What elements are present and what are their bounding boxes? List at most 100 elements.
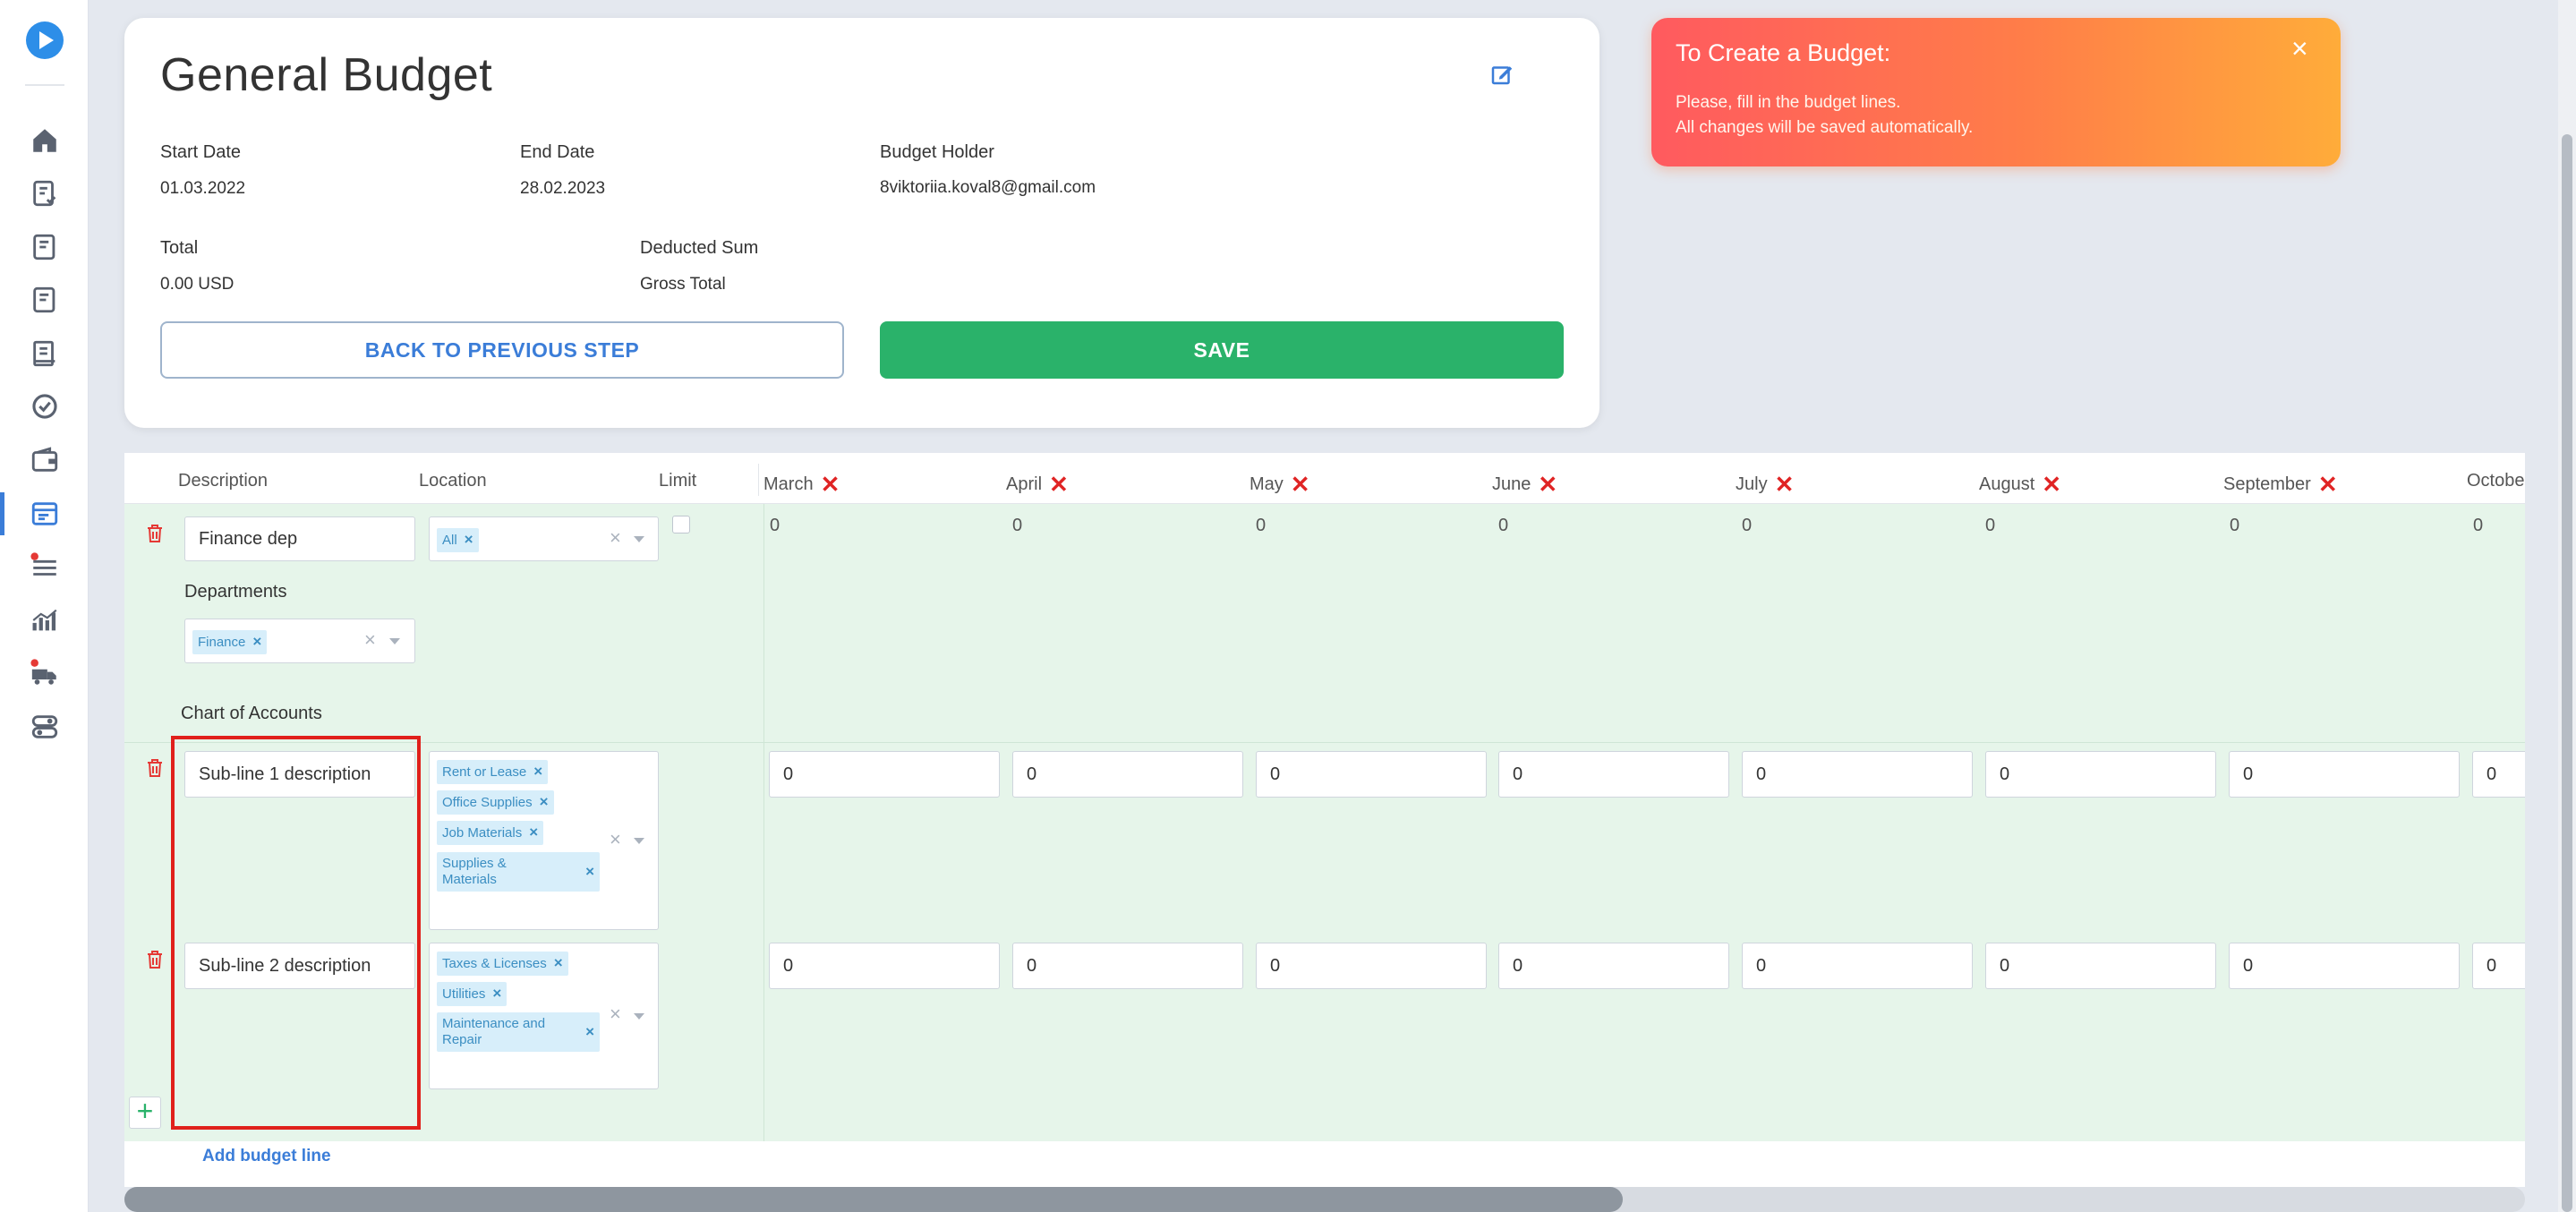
month-amount-input[interactable]: 0: [1985, 943, 2216, 989]
month-amount-input[interactable]: 0: [1012, 943, 1243, 989]
chevron-down-icon[interactable]: [634, 1013, 644, 1020]
account-select[interactable]: Rent or Lease × Office Supplies × Job Mate…: [429, 751, 659, 930]
month-value: 0: [1012, 516, 1023, 535]
month-value: 0: [2473, 516, 2484, 535]
clear-icon[interactable]: ×: [610, 1003, 621, 1026]
horizontal-scrollbar[interactable]: [124, 1187, 2525, 1212]
month-header: Octobe: [2467, 471, 2524, 491]
remove-month-icon[interactable]: ✕: [2042, 471, 2061, 498]
horizontal-scrollbar-thumb[interactable]: [124, 1187, 1623, 1212]
month-amount-input[interactable]: 0: [769, 751, 1000, 798]
report-icon[interactable]: [27, 336, 63, 371]
month-amount-input[interactable]: 0: [1742, 751, 1973, 798]
month-amount-input[interactable]: 0: [1256, 943, 1487, 989]
tag-remove-icon[interactable]: ×: [529, 824, 538, 841]
back-to-previous-step-button[interactable]: BACK TO PREVIOUS STEP: [160, 321, 844, 379]
delete-subline-icon[interactable]: [145, 757, 165, 779]
month-amount-input[interactable]: 0: [1256, 751, 1487, 798]
chevron-down-icon[interactable]: [634, 838, 644, 844]
save-button[interactable]: SAVE: [880, 321, 1564, 379]
clear-icon[interactable]: ×: [364, 628, 376, 652]
location-select[interactable]: All × ×: [429, 516, 659, 561]
delete-line-icon[interactable]: [145, 523, 165, 544]
account-select[interactable]: Taxes & Licenses × Utilities × Maintenance…: [429, 943, 659, 1089]
month-value: 0: [770, 516, 780, 535]
sidebar-divider: [25, 84, 64, 86]
vertical-scrollbar[interactable]: [2558, 0, 2576, 1212]
edit-icon[interactable]: [1488, 61, 1515, 88]
month-header: July ✕: [1736, 471, 1794, 499]
app-logo[interactable]: [26, 21, 64, 59]
deducted-sum-label: Deducted Sum: [640, 238, 759, 258]
remove-month-icon[interactable]: ✕: [1538, 471, 1557, 498]
remove-month-icon[interactable]: ✕: [2318, 471, 2338, 498]
budgets-icon[interactable]: [27, 496, 63, 532]
analytics-icon[interactable]: [27, 602, 63, 638]
budget-icon[interactable]: [27, 229, 63, 265]
column-header-limit: Limit: [659, 471, 697, 491]
tag-label: Maintenance and Repair: [442, 1016, 546, 1047]
clear-icon[interactable]: ×: [610, 526, 621, 550]
wallet-icon[interactable]: [27, 442, 63, 478]
tag-remove-icon[interactable]: ×: [540, 793, 549, 810]
tag-remove-icon[interactable]: ×: [585, 1024, 594, 1040]
budget-header-card: General Budget Start Date 01.03.2022 End…: [124, 18, 1599, 428]
row-divider: [124, 742, 2525, 743]
month-amount-input[interactable]: 0: [2229, 751, 2460, 798]
toast-message-line-1: Please, fill in the budget lines.: [1676, 93, 1901, 112]
chevron-down-icon[interactable]: [634, 536, 644, 542]
delivery-icon[interactable]: [27, 655, 63, 691]
tag-remove-icon[interactable]: ×: [465, 531, 473, 548]
remove-month-icon[interactable]: ✕: [1775, 471, 1795, 498]
tag-remove-icon[interactable]: ×: [533, 763, 542, 780]
tag-remove-icon[interactable]: ×: [492, 985, 501, 1002]
remove-month-icon[interactable]: ✕: [1049, 471, 1069, 498]
month-value: 0: [2230, 516, 2240, 535]
month-amount-input[interactable]: 0: [1498, 943, 1729, 989]
account-tag: Supplies & Materials ×: [437, 852, 600, 892]
vertical-scrollbar-thumb[interactable]: [2562, 134, 2572, 1212]
month-amount-input[interactable]: 0: [1985, 751, 2216, 798]
month-header: June ✕: [1492, 471, 1557, 499]
month-amount-input[interactable]: 0: [769, 943, 1000, 989]
month-header-label: Octobe: [2467, 471, 2525, 491]
end-date-value: 28.02.2023: [520, 179, 606, 198]
home-icon[interactable]: [27, 123, 63, 158]
month-amount-input[interactable]: 0: [1498, 751, 1729, 798]
budget-holder-value: 8viktoriia.koval8@gmail.com: [880, 178, 1096, 197]
month-value: 0: [1498, 516, 1509, 535]
settings-toggle-icon[interactable]: [27, 709, 63, 745]
check-circle-icon[interactable]: [27, 388, 63, 424]
remove-month-icon[interactable]: ✕: [821, 471, 840, 498]
month-amount-input[interactable]: 0: [2472, 751, 2525, 798]
clear-icon[interactable]: ×: [610, 828, 621, 851]
departments-select[interactable]: Finance × ×: [184, 619, 415, 663]
location-tag: All ×: [437, 528, 479, 552]
line-description-input[interactable]: Finance dep: [184, 516, 415, 561]
month-header-label: June: [1492, 474, 1531, 494]
add-subline-button[interactable]: +: [129, 1097, 161, 1129]
month-amount-input[interactable]: 0: [1012, 751, 1243, 798]
remove-month-icon[interactable]: ✕: [1291, 471, 1310, 498]
delete-subline-icon[interactable]: [145, 949, 165, 970]
month-value: 0: [1742, 516, 1753, 535]
month-header: August ✕: [1979, 471, 2061, 499]
month-amount-input[interactable]: 0: [2229, 943, 2460, 989]
tag-remove-icon[interactable]: ×: [585, 864, 594, 880]
month-amount-input[interactable]: 0: [2472, 943, 2525, 989]
limit-checkbox[interactable]: [672, 516, 690, 533]
month-amount-input[interactable]: 0: [1742, 943, 1973, 989]
toast-message-line-2: All changes will be saved automatically.: [1676, 118, 1974, 137]
add-budget-line-link[interactable]: Add budget line: [202, 1147, 331, 1166]
list-icon[interactable]: [27, 549, 63, 585]
budget-check-icon[interactable]: [27, 175, 63, 211]
budget-alt-icon[interactable]: [27, 282, 63, 318]
info-toast: To Create a Budget: Please, fill in the …: [1651, 18, 2341, 166]
total-value: 0.00 USD: [160, 275, 235, 294]
chevron-down-icon[interactable]: [389, 638, 400, 644]
department-tag: Finance ×: [192, 630, 268, 654]
close-icon[interactable]: ×: [2291, 34, 2308, 63]
tag-remove-icon[interactable]: ×: [252, 633, 261, 650]
account-tag: Utilities ×: [437, 982, 508, 1006]
tag-remove-icon[interactable]: ×: [554, 954, 563, 971]
